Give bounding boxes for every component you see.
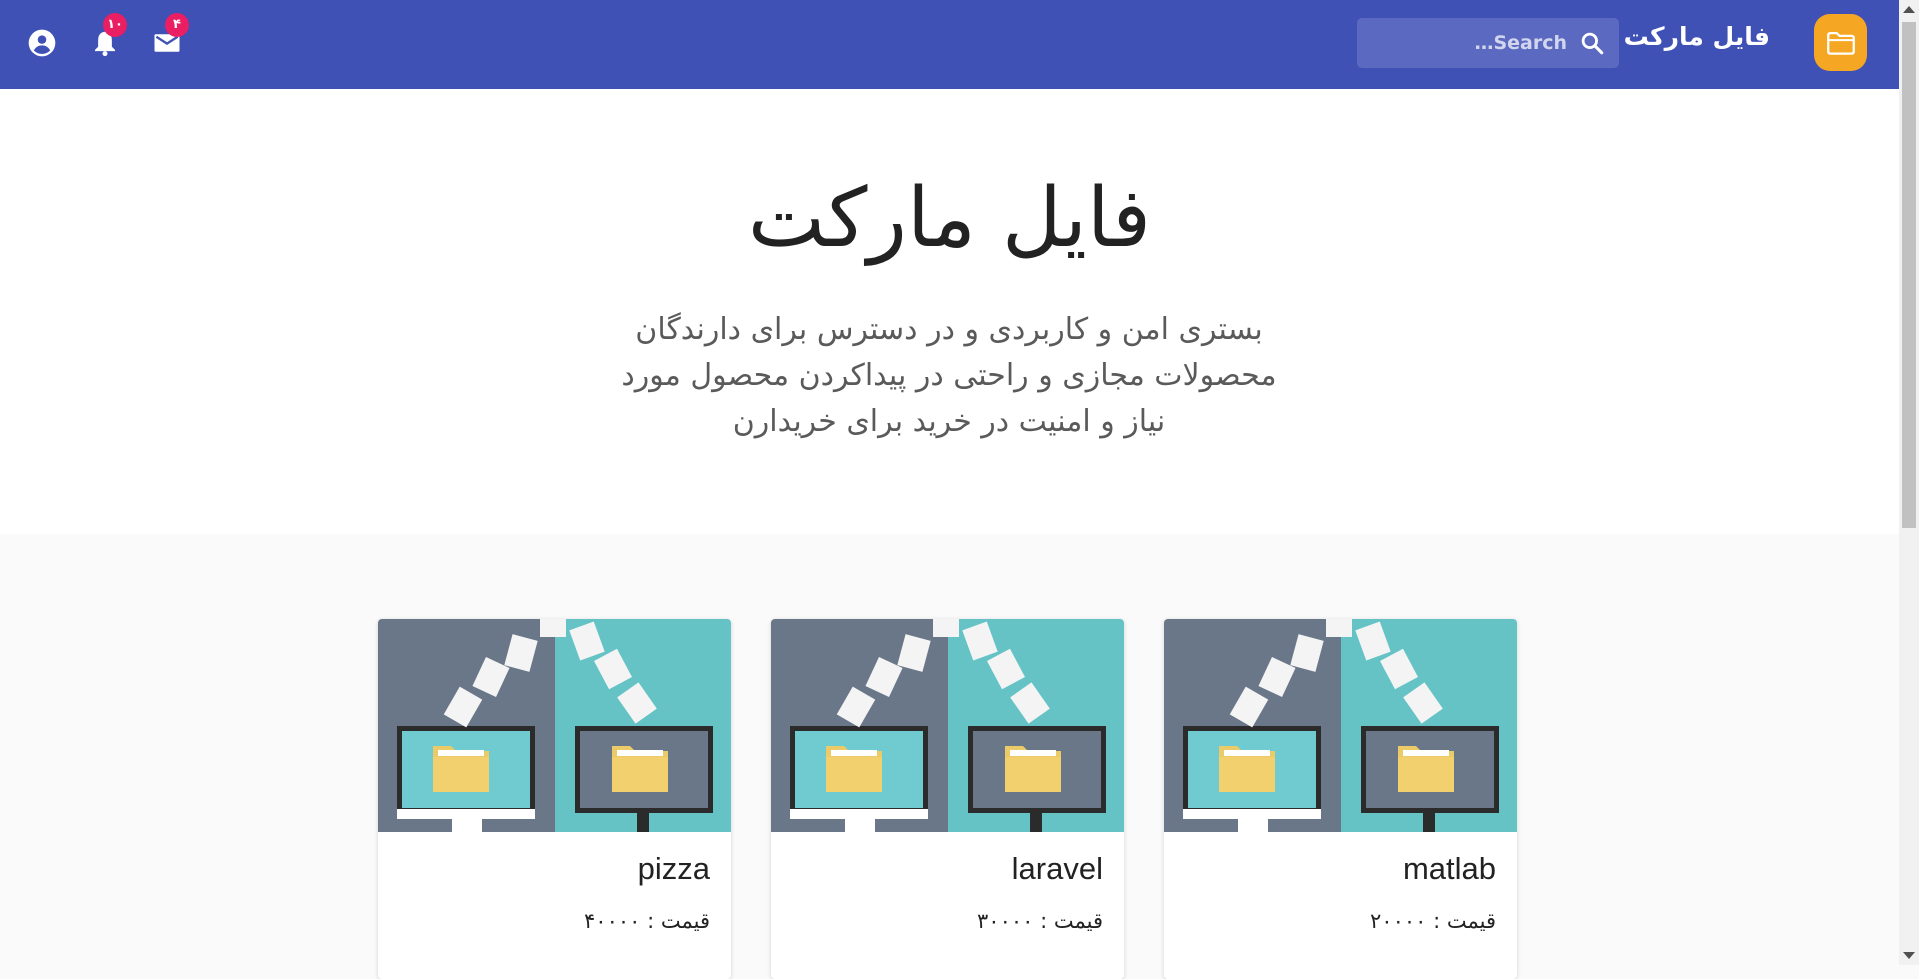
search-input[interactable] (1369, 26, 1569, 60)
account-button[interactable] (18, 19, 66, 67)
product-title[interactable]: matlab (1403, 851, 1496, 887)
mail-button[interactable]: ۴ (143, 13, 191, 67)
product-title[interactable]: pizza (638, 851, 710, 887)
notifications-badge: ۱۰ (103, 13, 127, 37)
search-icon (1581, 32, 1604, 55)
product-card[interactable]: laravel قیمت : ۳۰۰۰۰ (771, 619, 1124, 979)
account-circle-icon (28, 29, 56, 57)
product-price: قیمت : ۳۰۰۰۰ (977, 909, 1103, 933)
product-grid: matlab قیمت : ۲۰۰۰۰ laravel قیمت: ۳۰۰۰۰… (0, 534, 1899, 979)
brand-title[interactable]: فایل مارکت (1620, 22, 1770, 51)
product-price: قیمت : ۴۰۰۰۰ (584, 909, 710, 933)
scroll-up-arrow-icon[interactable] (1903, 6, 1915, 13)
file-transfer-illustration (771, 619, 1124, 832)
logo[interactable] (1814, 14, 1867, 71)
product-price: قیمت : ۲۰۰۰۰ (1370, 909, 1496, 933)
app-bar: فایل مارکت ۴ ۱۰ (0, 0, 1899, 89)
search-box[interactable] (1357, 18, 1619, 68)
product-card[interactable]: pizza قیمت : ۴۰۰۰۰ (378, 619, 731, 979)
product-title[interactable]: laravel (1012, 851, 1103, 887)
hero-subtitle: بستری امن و کاربردی و در دسترس برای دارن… (621, 312, 1277, 439)
file-transfer-illustration (378, 619, 731, 832)
hero-title: فایل مارکت (747, 171, 1152, 266)
page-scrollbar[interactable] (1899, 0, 1919, 965)
notifications-button[interactable]: ۱۰ (81, 13, 129, 67)
folder-icon (1826, 31, 1855, 55)
mail-badge: ۴ (165, 13, 189, 37)
scroll-down-arrow-icon[interactable] (1903, 952, 1915, 959)
scrollbar-thumb[interactable] (1902, 22, 1916, 528)
file-transfer-illustration (1164, 619, 1517, 832)
product-card[interactable]: matlab قیمت : ۲۰۰۰۰ (1164, 619, 1517, 979)
hero-section: فایل مارکت بستری امن و کاربردی و در دستر… (0, 89, 1899, 534)
